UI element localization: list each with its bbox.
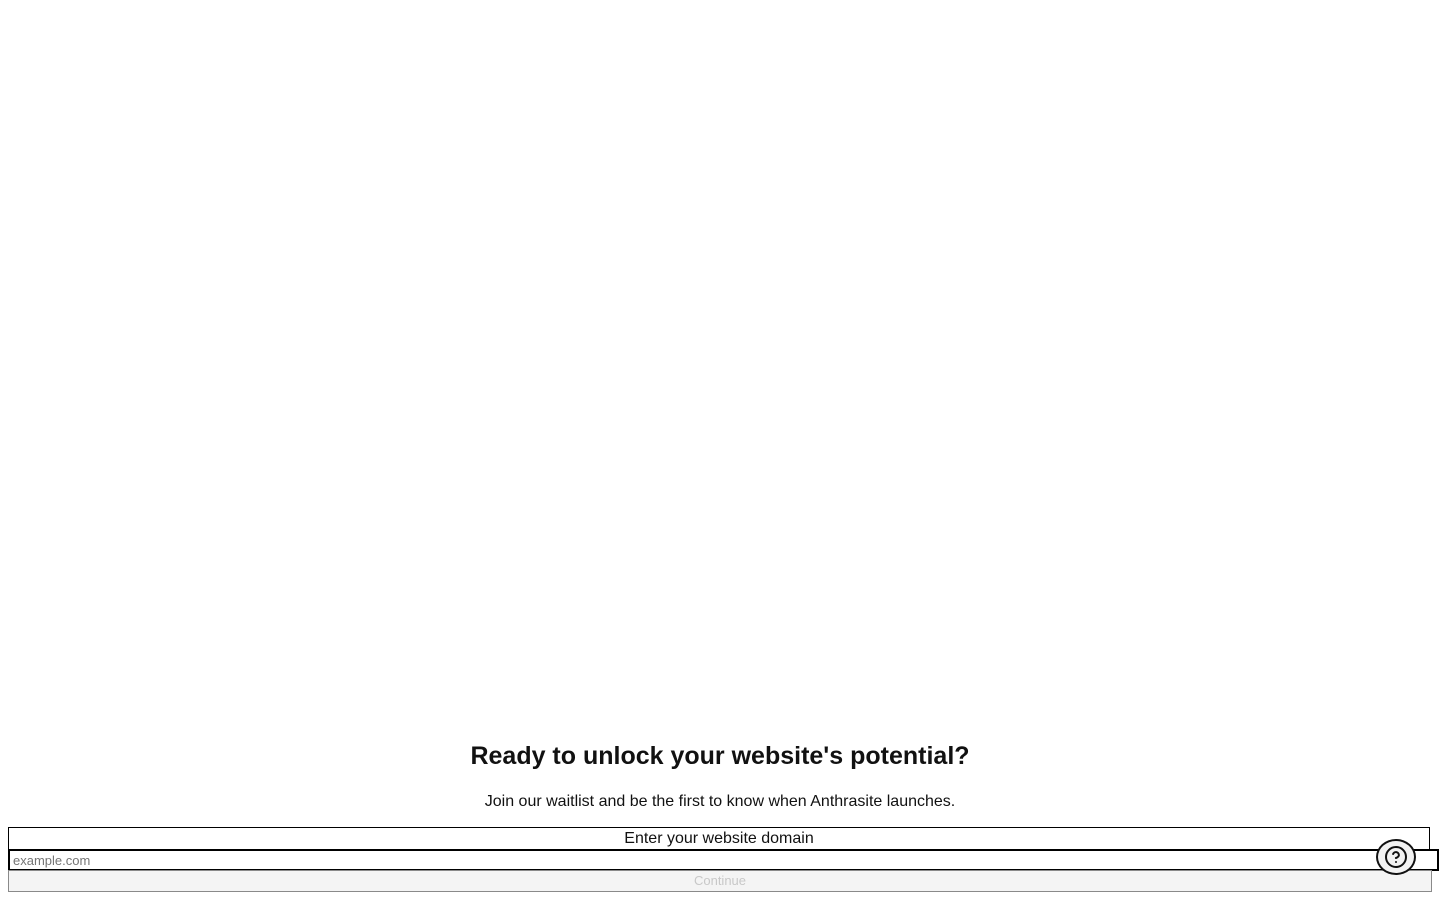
subtext: Join our waitlist and be the first to kn… xyxy=(484,793,956,810)
domain-form: Enter your website domain Continue xyxy=(8,827,1439,892)
help-button[interactable] xyxy=(1376,839,1416,875)
question-circle-icon xyxy=(1384,845,1408,869)
waitlist-section: Ready to unlock your website's potential… xyxy=(0,738,1440,892)
domain-input[interactable] xyxy=(8,849,1439,871)
headline: Ready to unlock your website's potential… xyxy=(470,742,970,770)
continue-button[interactable]: Continue xyxy=(8,870,1432,892)
page: Ready to unlock your website's potential… xyxy=(0,0,1440,900)
domain-label: Enter your website domain xyxy=(624,830,814,847)
